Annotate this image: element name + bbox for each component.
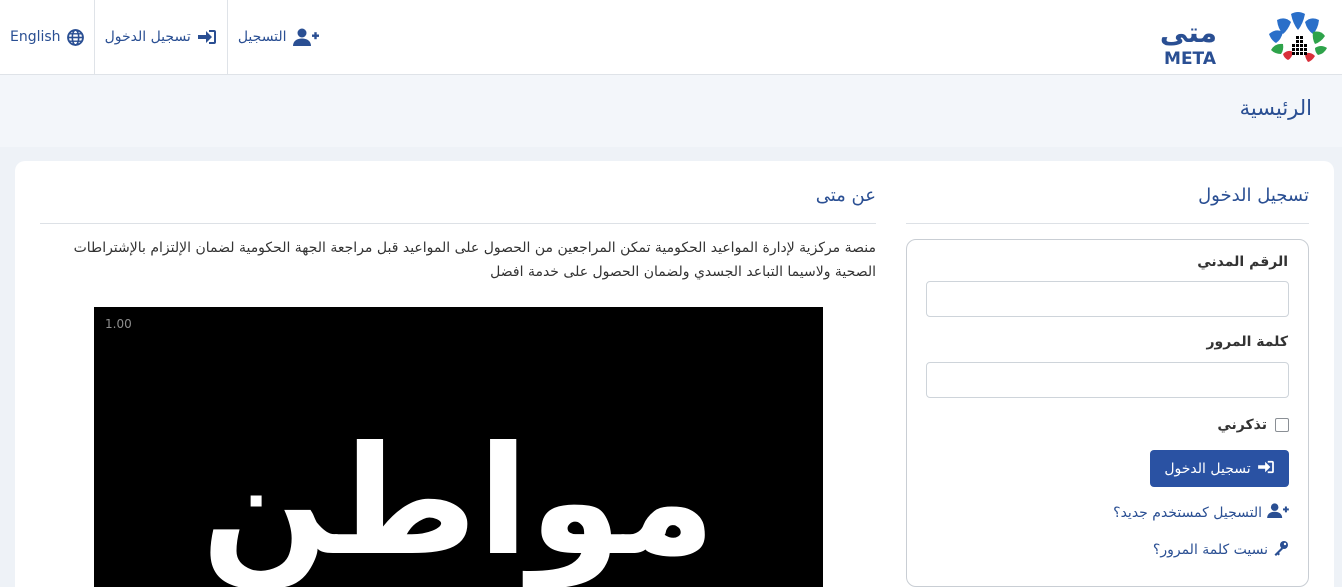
sign-in-icon [197,29,217,45]
forgot-password-label: نسيت كلمة المرور؟ [1152,542,1268,558]
language-switch-link[interactable]: English [0,0,94,74]
language-label: English [10,29,61,45]
top-navbar: English تسجيل الدخول التسجيل متى META [0,0,1342,75]
page-title: الرئيسية [1239,96,1312,120]
user-plus-icon [1267,503,1289,522]
login-form: الرقم المدني كلمة المرور تذكرني تسجيل ال… [906,239,1309,587]
login-submit-button[interactable]: تسجيل الدخول [1150,450,1289,487]
logo-arabic-text: متى [1159,16,1217,49]
nav-login-label: تسجيل الدخول [104,29,191,45]
nav-login-link[interactable]: تسجيل الدخول [93,0,227,74]
login-submit-label: تسجيل الدخول [1164,460,1251,477]
video-caption-word: مواطن [201,415,716,587]
breadcrumb-band [0,75,1342,147]
remember-me-checkbox[interactable] [1275,418,1289,432]
password-input[interactable] [926,362,1289,398]
register-new-user-link[interactable]: التسجيل كمستخدم جديد؟ [1113,503,1289,522]
user-plus-icon [292,28,319,46]
civil-id-input[interactable] [926,281,1289,317]
about-description: منصة مركزية لإدارة المواعيد الحكومية تمك… [73,240,876,280]
meta-logo[interactable]: متى META [1157,8,1332,68]
video-playback-speed[interactable]: 1.00 [105,317,132,331]
intro-video[interactable]: 1.00 مواطن [94,307,823,587]
password-label: كلمة المرور [1206,334,1288,350]
logo-english-text: META [1164,49,1216,69]
key-icon [1273,540,1289,560]
nav-register-label: التسجيل [237,29,287,45]
remember-me-label: تذكرني [1217,417,1267,433]
nav-links: English تسجيل الدخول التسجيل [0,0,329,74]
nav-register-link[interactable]: التسجيل [226,0,329,74]
register-new-user-label: التسجيل كمستخدم جديد؟ [1113,504,1262,521]
sign-in-icon [1257,460,1275,478]
login-section-title: تسجيل الدخول [906,185,1309,224]
forgot-password-link[interactable]: نسيت كلمة المرور؟ [1153,540,1289,560]
civil-id-label: الرقم المدني [1197,254,1288,270]
remember-me-row[interactable]: تذكرني [1217,417,1289,433]
about-section-title: عن متى [40,185,876,224]
globe-icon [66,28,84,46]
